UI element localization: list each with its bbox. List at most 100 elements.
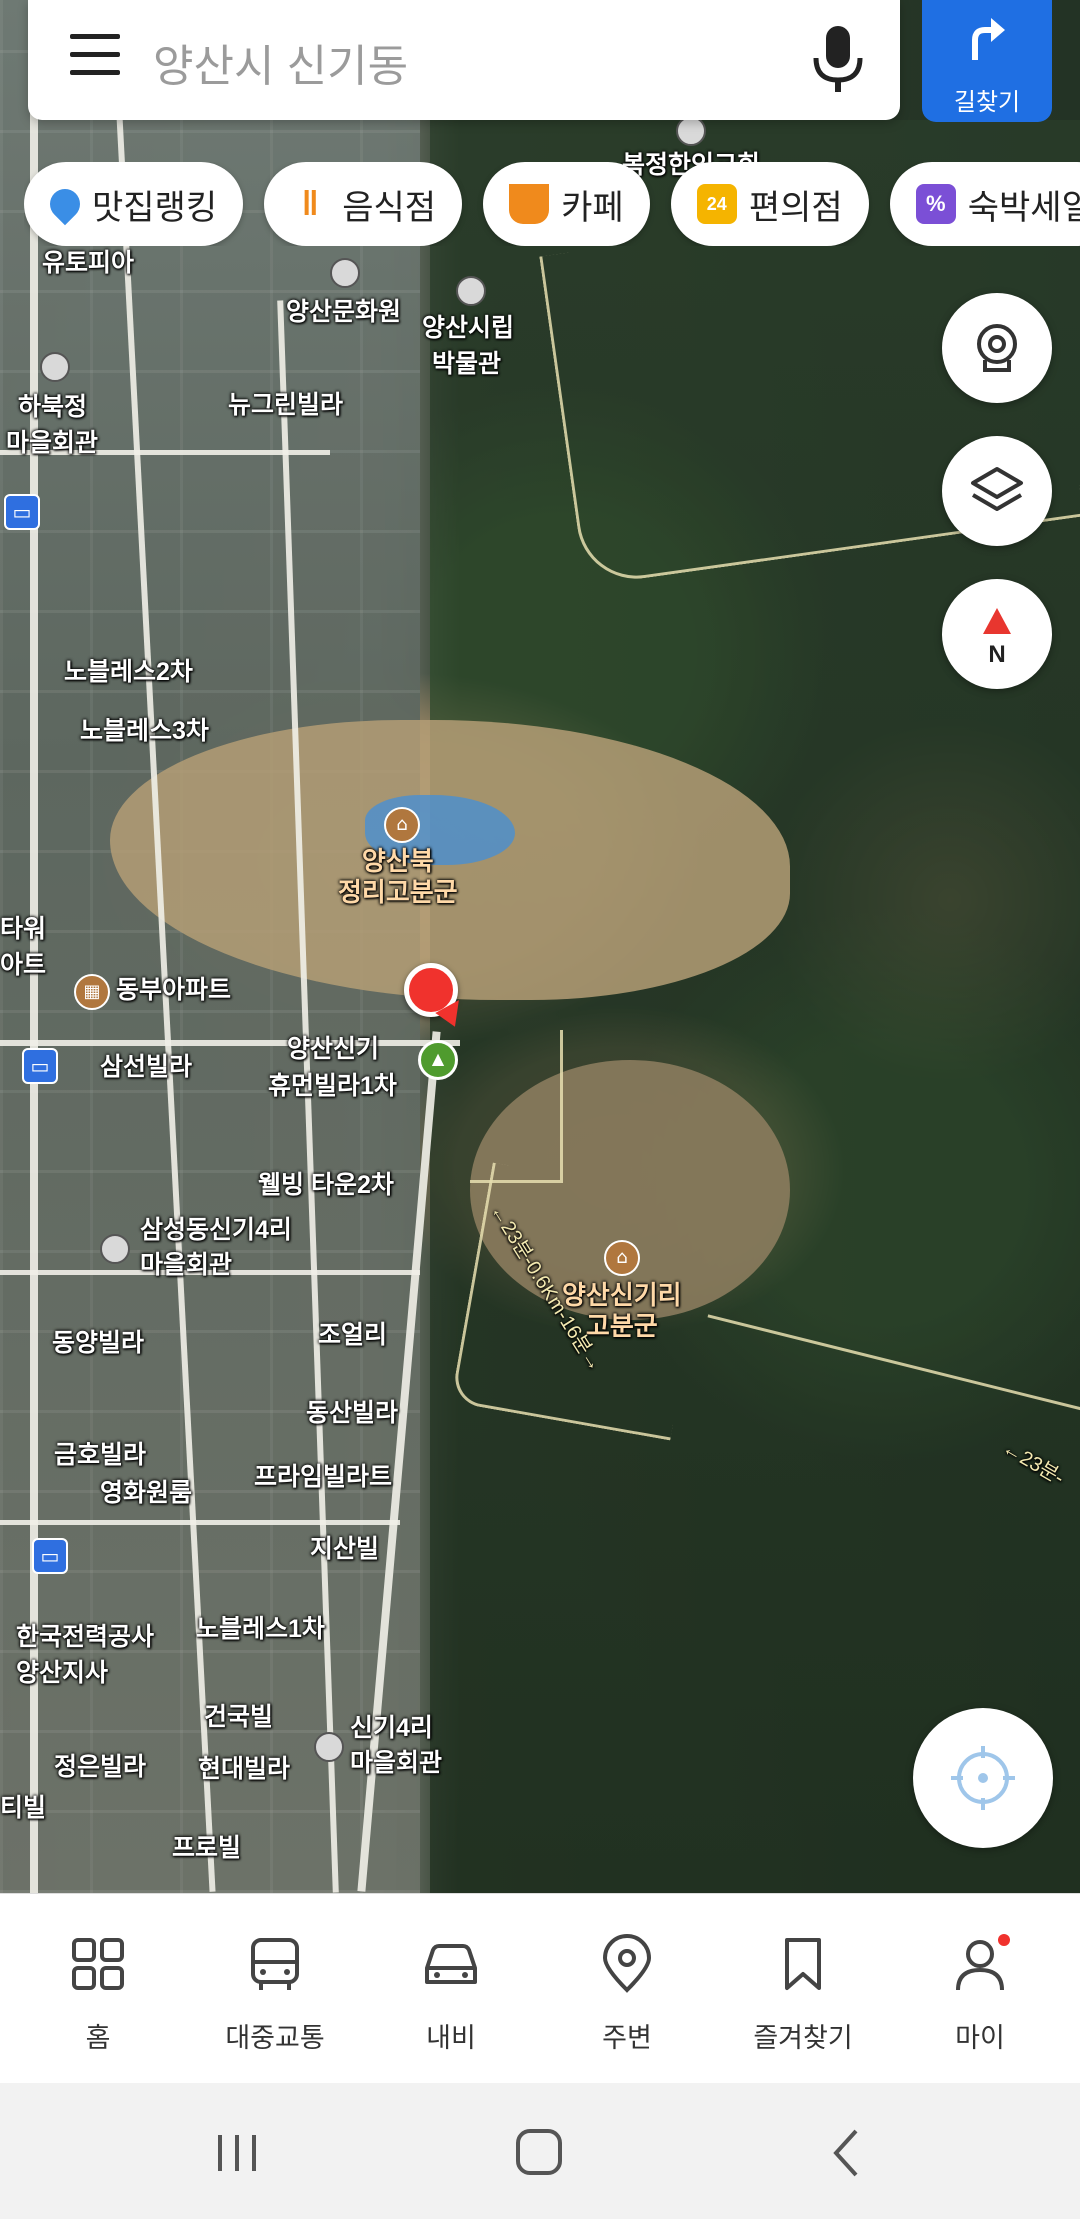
category-chips: 맛집랭킹 ǁ 음식점 카페 24 편의점 % 숙박세일 — [24, 162, 1080, 246]
map-label: 양산지사 — [16, 1659, 109, 1687]
map-label: 마을회관 — [6, 429, 99, 457]
map-label: 금호빌라 — [54, 1441, 147, 1469]
museum-icon[interactable] — [456, 276, 486, 306]
map-label: 동부아파트 — [116, 976, 232, 1004]
map-view[interactable]: 유토피아 양산문화원 양산시립 박물관 뉴그린빌라 하북정 마을회관 노블레스2… — [0, 0, 1080, 1893]
bus-stop-icon[interactable]: ▭ — [32, 1538, 68, 1574]
map-label: 건국빌 — [204, 1703, 274, 1731]
chip-label: 카페 — [561, 188, 624, 227]
apartment-icon[interactable]: ▦ — [74, 974, 110, 1010]
poi-label-line: 정리고분군 — [338, 877, 458, 908]
map-label: 프로빌 — [172, 1834, 242, 1862]
back-button-icon[interactable] — [822, 2123, 872, 2183]
map-label: 프라임빌라트 — [254, 1463, 393, 1491]
map-label: 노블레스3차 — [80, 717, 209, 745]
nav-navigation[interactable]: 내비 — [361, 1894, 541, 2084]
map-label: 정은빌라 — [54, 1753, 147, 1781]
chip-convenience-store[interactable]: 24 편의점 — [670, 162, 869, 246]
map-label: 영화원룸 — [100, 1479, 193, 1507]
percent-tag-icon: % — [915, 184, 956, 224]
map-label: 마을회관 — [350, 1749, 443, 1777]
microphone-icon[interactable] — [808, 22, 868, 98]
map-label: 아트 — [0, 951, 47, 979]
route-start-icon[interactable]: ▲ — [418, 1040, 458, 1080]
pin-laurel-icon — [43, 182, 87, 226]
search-bar[interactable]: 양산시 신기동 — [28, 0, 900, 120]
nav-my[interactable]: 마이 — [890, 1894, 1070, 2084]
map-label: 박물관 — [432, 350, 502, 378]
church-icon[interactable] — [676, 116, 706, 146]
search-input[interactable]: 양산시 신기동 — [153, 30, 408, 94]
chip-label: 숙박세일 — [967, 188, 1080, 227]
fork-knife-icon: ǁ — [301, 185, 319, 223]
poi-label-line: 양산신기리 — [562, 1280, 682, 1310]
map-road — [30, 0, 38, 1893]
map-layers-button[interactable] — [942, 436, 1052, 546]
street-view-button[interactable] — [942, 293, 1052, 403]
map-road — [0, 1040, 460, 1046]
bookmark-icon — [785, 1938, 821, 1990]
poi-label-line: 양산북 — [361, 846, 434, 876]
location-pin-icon — [602, 1934, 652, 1993]
nav-favorites[interactable]: 즐겨찾기 — [713, 1894, 893, 2084]
compass-button[interactable]: N — [942, 579, 1052, 689]
map-label: 동산빌라 — [306, 1399, 399, 1427]
place-dot-icon[interactable] — [314, 1732, 344, 1762]
map-label: 노블레스1차 — [196, 1615, 325, 1643]
map-label: 뉴그린빌라 — [228, 391, 344, 419]
nav-label: 마이 — [955, 2023, 1005, 2053]
poi-label[interactable]: 양산북 정리고분군 — [338, 846, 458, 908]
menu-icon[interactable] — [70, 34, 120, 80]
bus-stop-icon[interactable]: ▭ — [22, 1048, 58, 1084]
map-label: 동양빌라 — [52, 1329, 145, 1357]
home-button-icon[interactable] — [512, 2123, 568, 2183]
place-dot-icon[interactable] — [330, 258, 360, 288]
system-navigation-bar — [0, 2083, 1080, 2219]
map-label: 유토피아 — [42, 249, 135, 277]
grid-icon — [72, 1938, 124, 1990]
nav-label: 홈 — [85, 2023, 111, 2053]
bus-icon — [251, 1938, 299, 1990]
coffee-cup-icon — [509, 184, 550, 224]
turn-right-arrow-icon — [972, 18, 1005, 60]
place-dot-icon[interactable] — [100, 1234, 130, 1264]
heritage-icon[interactable]: ⌂ — [384, 807, 420, 843]
map-road — [0, 1520, 400, 1525]
map-label: 한국전력공사 — [16, 1623, 155, 1651]
map-label: 티빌 — [0, 1794, 47, 1822]
chip-label: 맛집랭킹 — [92, 188, 218, 227]
crosshair-icon — [951, 1746, 1015, 1810]
bus-stop-icon[interactable]: ▭ — [4, 494, 40, 530]
nav-label: 주변 — [602, 2023, 652, 2053]
map-label: 현대빌라 — [198, 1755, 291, 1783]
directions-button[interactable]: 길찾기 — [922, 0, 1052, 122]
chip-label: 음식점 — [342, 188, 437, 227]
map-label: 조얼리 — [318, 1321, 388, 1349]
layers-icon — [971, 467, 1023, 511]
current-location-button[interactable] — [913, 1708, 1053, 1848]
map-label: 지산빌 — [310, 1535, 380, 1563]
nav-home[interactable]: 홈 — [8, 1894, 188, 2084]
map-label: 마을회관 — [140, 1251, 233, 1279]
nav-nearby[interactable]: 주변 — [537, 1894, 717, 2084]
map-label: 양산신기 — [287, 1035, 380, 1063]
nav-label: 즐겨찾기 — [753, 2023, 853, 2053]
map-trail — [470, 1030, 563, 1183]
place-dot-icon[interactable] — [40, 352, 70, 382]
bottom-navigation: 홈 대중교통 내비 주변 즐겨찾기 마이 — [0, 1893, 1080, 2084]
map-label: 웰빙 타운2차 — [258, 1171, 394, 1199]
nav-label: 내비 — [426, 2023, 476, 2053]
chip-restaurant[interactable]: ǁ 음식점 — [264, 162, 463, 246]
map-label: 휴먼빌라1차 — [268, 1072, 397, 1100]
chip-lodging-sale[interactable]: % 숙박세일 — [889, 162, 1080, 246]
nav-transit[interactable]: 대중교통 — [185, 1894, 365, 2084]
chip-cafe[interactable]: 카페 — [483, 162, 650, 246]
chip-restaurant-ranking[interactable]: 맛집랭킹 — [24, 162, 244, 246]
recent-apps-icon[interactable] — [212, 2123, 262, 2183]
map-label: 타워 — [0, 915, 47, 943]
chip-label: 편의점 — [748, 188, 843, 227]
map-label: 삼성동신기4리 — [140, 1216, 292, 1244]
compass-label: N — [988, 641, 1006, 668]
heritage-icon[interactable]: ⌂ — [604, 1240, 640, 1276]
map-label: 노블레스2차 — [64, 658, 193, 686]
